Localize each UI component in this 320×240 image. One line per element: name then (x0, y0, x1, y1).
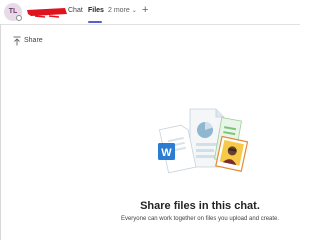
chat-header: TL Chat Files 2 more ⌄ + (0, 0, 300, 25)
tab-files[interactable]: Files (88, 5, 104, 17)
empty-state-title: Share files in this chat. (140, 200, 260, 212)
tab-chat[interactable]: Chat (68, 5, 83, 17)
image-file-icon (215, 135, 249, 172)
tab-more[interactable]: 2 more ⌄ (108, 5, 137, 17)
svg-text:W: W (161, 147, 172, 159)
upload-share-icon (13, 36, 21, 46)
tab-more-label: 2 more (108, 7, 130, 14)
pane-divider (0, 24, 1, 240)
redacted-chat-name (27, 8, 67, 18)
plus-icon: + (142, 4, 149, 16)
add-tab-button[interactable]: + (142, 3, 148, 17)
selected-tab-indicator (88, 21, 102, 23)
chevron-down-icon: ⌄ (131, 8, 137, 14)
empty-state-subtitle: Everyone can work together on files you … (120, 216, 280, 222)
share-label: Share (24, 37, 43, 44)
presence-status-icon (16, 15, 22, 21)
files-illustration: W (158, 108, 249, 174)
